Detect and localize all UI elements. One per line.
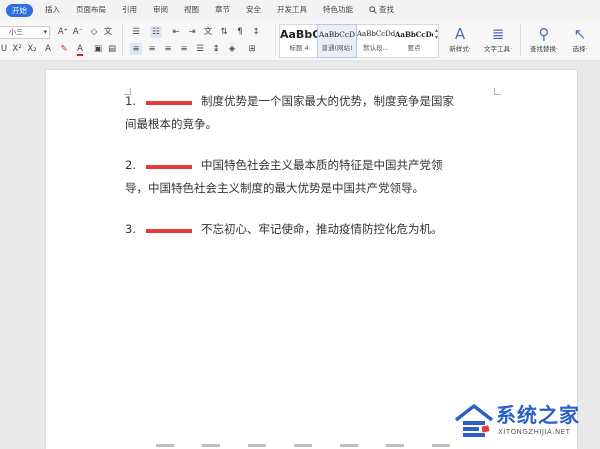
chinese-layout-icon[interactable]: 文	[202, 26, 214, 38]
line-spacing-icon[interactable]: ↕	[250, 26, 262, 38]
document-page[interactable]: 1. 制度优势是一个国家最大的优势，制度竞争是国家 间最根本的竞争。 2. 中国特色…	[46, 70, 577, 449]
search-tab[interactable]: 查找	[361, 0, 402, 20]
fill-in-blank	[145, 100, 192, 105]
watermark-title: 系统之家	[496, 403, 580, 427]
select-label: 选择·	[572, 45, 588, 53]
ribbon-toolbar: ▾ 小三 A⁺ A⁻ ◇ 文 U X² X₂ A ✎ A ▣ ▤ ☰ ☷ ⇤ ⇥…	[0, 20, 600, 61]
search-label: 查找	[379, 5, 394, 14]
style-default-paragraph[interactable]: AaBbCcDd 默认段...	[357, 25, 395, 57]
tab-special-features[interactable]: 特色功能	[315, 0, 361, 20]
cursor-icon: ↖	[573, 25, 587, 43]
paragraph-text: 导，中国特色社会主义制度的最大优势是中国共产党领导。	[125, 181, 424, 195]
style-sample: AaBbC	[280, 28, 318, 41]
style-sample: AaBbCcD	[318, 30, 356, 39]
watermark-subtitle: XITONGZHIJIA.NET	[498, 428, 571, 436]
document-workspace[interactable]: 1. 制度优势是一个国家最大的优势，制度竞争是国家 间最根本的竞争。 2. 中国特色…	[0, 61, 600, 449]
style-caption: 标题 4	[289, 44, 309, 52]
tab-view[interactable]: 视图	[176, 0, 207, 20]
style-sample: AaBbCcDd	[357, 30, 395, 38]
fill-in-blank	[145, 228, 192, 233]
search-icon	[369, 6, 377, 14]
list-number: 2.	[125, 158, 136, 172]
tab-page-layout[interactable]: 页面布局	[68, 0, 114, 20]
style-key-point[interactable]: AaBbCcDd 要点	[395, 25, 433, 57]
list-number: 3.	[125, 222, 136, 236]
font-size-select[interactable]: 小三	[6, 27, 51, 38]
align-right-icon[interactable]: ≡	[162, 43, 174, 55]
house-logo-icon	[454, 404, 494, 437]
new-style-label: 新样式·	[449, 45, 471, 53]
text-tool-label: 文字工具·	[483, 45, 513, 53]
strikethrough-icon[interactable]: U	[0, 43, 10, 55]
paragraph-settings-icon[interactable]: ↨	[210, 43, 222, 55]
tab-review[interactable]: 审阅	[145, 0, 176, 20]
style-heading4[interactable]: AaBbC 标题 4	[280, 25, 318, 57]
paragraph-2[interactable]: 2. 中国特色社会主义最本质的特征是中国共产党领 导，中国特色社会主义制度的最大优…	[125, 154, 505, 200]
align-center-icon[interactable]: ≡	[146, 43, 158, 55]
distributed-icon[interactable]: ☰	[194, 43, 206, 55]
tab-chapter[interactable]: 章节	[207, 0, 238, 20]
paragraph-text: 中国特色社会主义最本质的特征是中国共产党领	[200, 158, 443, 172]
new-style-icon: A	[454, 25, 466, 43]
shading-icon[interactable]: ◈	[226, 43, 238, 55]
char-border-icon[interactable]: ▣	[92, 43, 104, 55]
bullets-icon[interactable]: ☰	[130, 26, 142, 38]
tab-home[interactable]: 开始	[6, 3, 33, 17]
increase-indent-icon[interactable]: ⇥	[186, 26, 198, 38]
find-replace-icon: ⚲	[538, 25, 550, 43]
grow-font-icon[interactable]: A⁺	[57, 26, 69, 38]
font-size-value: 小三	[9, 28, 23, 36]
fill-in-blank	[145, 164, 192, 169]
sort-icon[interactable]: ⇅	[218, 26, 230, 38]
tab-references[interactable]: 引用	[114, 0, 145, 20]
align-left-icon[interactable]: ≡	[130, 43, 142, 55]
style-caption: 普通(网站)	[321, 44, 353, 52]
tab-security[interactable]: 安全	[238, 0, 269, 20]
paragraph-1[interactable]: 1. 制度优势是一个国家最大的优势，制度竞争是国家 间最根本的竞争。	[125, 90, 505, 136]
text-tool-button[interactable]: ≣ 文字工具·	[478, 24, 518, 54]
style-normal-web[interactable]: AaBbCcD 普通(网站)	[317, 24, 357, 58]
tab-insert[interactable]: 插入	[37, 0, 68, 20]
find-replace-button[interactable]: ⚲ 查找替换·	[524, 24, 564, 54]
subscript-icon[interactable]: X₂	[26, 43, 38, 55]
clear-format-icon[interactable]: ◇	[88, 26, 100, 38]
gallery-scroll-icon[interactable]: ▴ ▾	[435, 27, 438, 41]
find-replace-label: 查找替换·	[529, 45, 559, 53]
ribbon-tabs: 开始 插入 页面布局 引用 审阅 视图 章节 安全 开发工具 特色功能 查找	[0, 0, 600, 20]
text-effect-icon[interactable]: A	[42, 43, 54, 55]
font-color-icon[interactable]: A	[74, 43, 86, 56]
paragraph-text: 制度优势是一个国家最大的优势，制度竞争是国家	[200, 94, 454, 108]
style-caption: 默认段...	[363, 44, 389, 52]
site-watermark: 系统之家 XITONGZHIJIA.NET	[452, 398, 597, 444]
bottom-ruler	[156, 444, 450, 447]
list-number: 1.	[125, 94, 136, 108]
paragraph-text: 不忘初心、牢记使命，推动疫情防控化危为机。	[200, 222, 443, 236]
text-tool-icon: ≣	[491, 25, 505, 43]
numbering-icon[interactable]: ☷	[150, 26, 162, 38]
highlight-icon[interactable]: ✎	[58, 43, 70, 55]
new-style-button[interactable]: A 新样式·	[440, 24, 480, 54]
paragraph-text: 间最根本的竞争。	[125, 117, 217, 131]
superscript-icon[interactable]: X²	[11, 43, 23, 55]
style-caption: 要点	[407, 44, 421, 52]
phonetic-guide-icon[interactable]: 文	[102, 26, 114, 38]
paragraph-3[interactable]: 3. 不忘初心、牢记使命，推动疫情防控化危为机。	[125, 218, 505, 241]
style-sample: AaBbCcDd	[395, 30, 433, 39]
tab-developer[interactable]: 开发工具	[269, 0, 315, 20]
char-shading-icon[interactable]: ▤	[106, 43, 118, 55]
styles-gallery: AaBbC 标题 4 AaBbCcD 普通(网站) AaBbCcDd 默认段..…	[279, 24, 439, 58]
shrink-font-icon[interactable]: A⁻	[72, 26, 84, 38]
show-marks-icon[interactable]: ¶	[234, 26, 246, 38]
justify-icon[interactable]: ≡	[178, 43, 190, 55]
borders-icon[interactable]: ⊞	[246, 43, 258, 55]
select-button[interactable]: ↖ 选择·	[560, 24, 600, 54]
decrease-indent-icon[interactable]: ⇤	[170, 26, 182, 38]
